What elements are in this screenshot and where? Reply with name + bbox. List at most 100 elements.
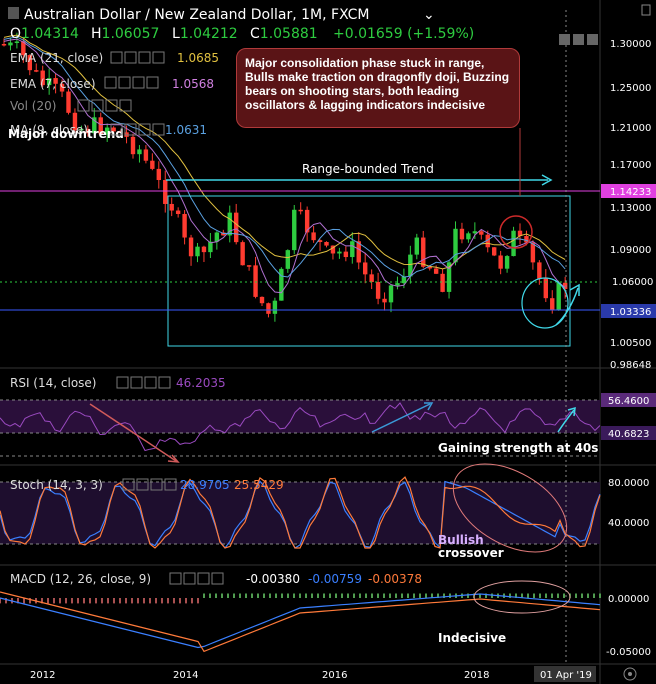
macd-hist-value: -0.00380 (246, 572, 300, 586)
major-downtrend-label: Major downtrend (8, 127, 124, 141)
candle-body (169, 203, 174, 211)
indicator-control-icon (183, 572, 196, 585)
indicator-control-icon (138, 51, 151, 64)
candle-body (8, 42, 13, 46)
time-tick: 2012 (30, 670, 55, 681)
candle-body (511, 230, 516, 257)
macd-tick: 0.00000 (608, 594, 649, 605)
ema21-value: 1.0685 (177, 51, 219, 65)
time-tick: 2016 (322, 670, 347, 681)
candle-body (34, 70, 39, 72)
candle-body (182, 213, 187, 238)
indicator-control-icon (116, 376, 129, 389)
candle-body (530, 242, 536, 263)
minimize-button[interactable] (573, 34, 584, 45)
svg-text:L1.04212: L1.04212 (172, 26, 238, 42)
candle-body (433, 268, 439, 274)
stoch-label[interactable]: Stoch (14, 3, 3) (10, 478, 103, 492)
svg-text:O1.04314: O1.04314 (10, 26, 79, 42)
stoch-k-value: 28.9705 (180, 478, 230, 492)
candle-body (234, 212, 239, 243)
svg-text:C1.05881: C1.05881 (250, 26, 318, 42)
candle-body (266, 303, 271, 314)
candle-body (556, 282, 561, 310)
candle-body (240, 242, 245, 266)
ma-value: 1.0631 (165, 123, 207, 137)
candle-body (292, 209, 297, 251)
candle-body (459, 228, 465, 240)
price-tick: 1.30000 (610, 39, 651, 50)
indicator-control-icon (158, 376, 171, 389)
candle-body (543, 278, 548, 299)
candle-body (395, 283, 400, 286)
indicator-control-icon (104, 76, 117, 89)
candle-body (350, 241, 355, 258)
support-tag-text: 1.03336 (610, 307, 651, 318)
indicator-control-icon (110, 51, 123, 64)
indicator-control-icon (132, 76, 145, 89)
candle-body (375, 282, 381, 299)
indicator-labels[interactable]: EMA (21, close) 1.0685 EMA (7, close) 1.… (8, 51, 219, 141)
signal-value: -0.00378 (368, 572, 422, 586)
candle-body (363, 262, 368, 275)
indicator-control-icon (211, 572, 224, 585)
collapse-button[interactable] (559, 34, 570, 45)
indicator-control-icon (144, 376, 157, 389)
candle-body (421, 237, 426, 267)
candle-body (175, 210, 181, 214)
candle-body (440, 273, 445, 292)
candle-body (369, 274, 374, 283)
candle-body (137, 149, 142, 155)
candle-body (66, 91, 71, 113)
shooting-star-circle (499, 215, 533, 249)
rsi-value: 46.2035 (176, 376, 226, 390)
chart-screen: Australian Dollar / New Zealand Dollar, … (0, 0, 656, 684)
candle-body (188, 237, 194, 257)
title-chevron-icon[interactable]: ⌄ (423, 7, 435, 23)
rsi-note: Gaining strength at 40s (438, 441, 598, 455)
macd-note: Indecisive (438, 631, 506, 645)
candle-body (259, 296, 265, 304)
time-axis[interactable]: 2012 2014 2016 2018 (30, 670, 489, 681)
candle-body (479, 231, 484, 235)
macd-tick: -0.05000 (606, 647, 651, 658)
stoch-note-bullish: Bullish (438, 533, 484, 547)
indicator-control-icon (124, 51, 137, 64)
stoch-tick: 80.0000 (608, 478, 649, 489)
candle-body (246, 265, 252, 267)
candle-body (453, 228, 458, 263)
price-tick: 1.25000 (610, 83, 651, 94)
candle-body (195, 246, 200, 257)
resistance-tag-text: 1.14233 (610, 187, 651, 198)
rsi-tick: 56.4600 (608, 396, 649, 407)
candle-body (1, 44, 7, 46)
scroll-icon[interactable] (641, 4, 651, 16)
candle-body (343, 251, 349, 258)
svg-text:H1.06057: H1.06057 (91, 26, 159, 42)
time-tick: 2018 (464, 670, 489, 681)
candle-body (498, 255, 503, 269)
rsi-tick: 40.6823 (608, 429, 649, 440)
rsi-label[interactable]: RSI (14, close) (10, 376, 96, 390)
candle-body (272, 300, 278, 314)
candle-body (324, 241, 329, 246)
macd-label[interactable]: MACD (12, 26, close, 9) (10, 572, 151, 586)
vol-label: Vol (20) (10, 99, 56, 113)
candle-body (492, 247, 497, 256)
time-tick: 2014 (173, 670, 198, 681)
candle-body (388, 285, 394, 303)
candle-body (382, 298, 387, 303)
logo-icon (8, 7, 19, 19)
candle-body (504, 256, 510, 269)
candle-body (130, 136, 136, 155)
candle-body (285, 250, 290, 269)
ohlc-row: O1.04314 H1.06057 L1.04212 C1.05881 +0.0… (10, 26, 474, 42)
candle-body (201, 246, 207, 253)
candle-body (466, 233, 471, 240)
chart-title: Australian Dollar / New Zealand Dollar, … (24, 7, 370, 23)
candle-body (537, 262, 542, 279)
ema7-label: EMA (7, close) (10, 77, 96, 91)
maximize-button[interactable] (587, 34, 598, 45)
stoch-tick: 40.0000 (608, 518, 649, 529)
indicator-control-icon (91, 99, 104, 112)
